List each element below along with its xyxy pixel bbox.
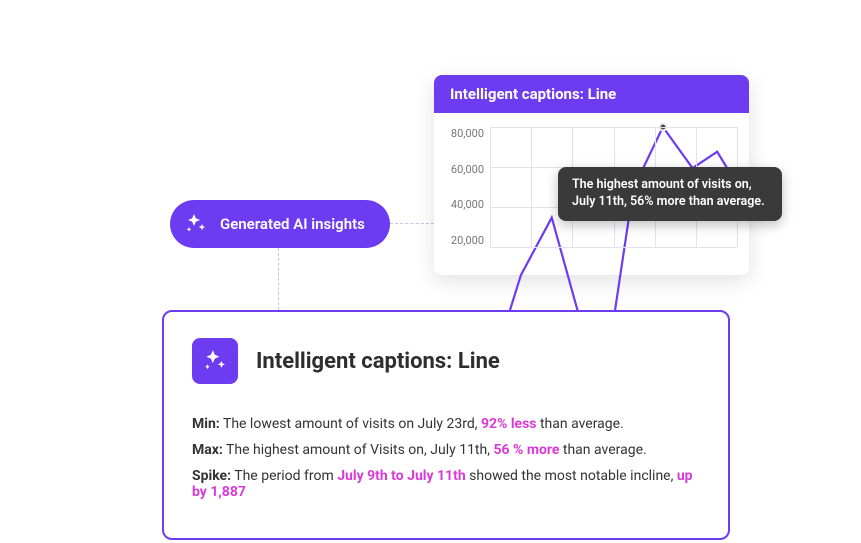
caption-min: Min: The lowest amount of visits on July… xyxy=(192,416,700,432)
caption-spike: Spike: The period from July 9th to July … xyxy=(192,468,700,500)
gridline-h xyxy=(490,247,737,248)
caption-spike-pre: The period from xyxy=(231,468,337,484)
connector-vertical xyxy=(278,248,279,310)
caption-spike-label: Spike: xyxy=(192,468,231,484)
caption-spike-mid: showed the most notable incline, xyxy=(466,468,677,484)
gridline-v xyxy=(490,127,491,247)
caption-max-post: than average. xyxy=(559,442,646,458)
caption-spike-highlight-1: July 9th to July 11th xyxy=(337,468,465,484)
caption-max-label: Max: xyxy=(192,442,223,458)
captions-title: Intelligent captions: Line xyxy=(256,349,500,374)
y-tick: 40,000 xyxy=(442,198,484,211)
gridline-v xyxy=(531,127,532,247)
y-tick: 20,000 xyxy=(442,234,484,247)
sparkle-icon xyxy=(184,212,208,236)
connector-horizontal xyxy=(390,223,434,224)
caption-min-pre: The lowest amount of visits on July 23rd… xyxy=(220,416,481,432)
chart-card-title: Intelligent captions: Line xyxy=(434,75,749,113)
caption-min-highlight: 92% less xyxy=(481,416,537,432)
caption-max-pre: The highest amount of Visits on, July 11… xyxy=(223,442,494,458)
y-tick: 60,000 xyxy=(442,163,484,176)
y-axis-ticks: 80,000 60,000 40,000 20,000 xyxy=(442,127,490,247)
pill-label: Generated AI insights xyxy=(220,215,365,233)
generated-ai-insights-pill[interactable]: Generated AI insights xyxy=(170,200,390,248)
captions-header: Intelligent captions: Line xyxy=(192,338,700,384)
tooltip-line-1: The highest amount of visits on, xyxy=(572,177,768,194)
caption-min-label: Min: xyxy=(192,416,220,432)
caption-max: Max: The highest amount of Visits on, Ju… xyxy=(192,442,700,458)
caption-max-highlight: 56 % more xyxy=(493,442,559,458)
captions-card: Intelligent captions: Line Min: The lowe… xyxy=(162,310,730,540)
chart-tooltip: The highest amount of visits on, July 11… xyxy=(558,167,782,221)
caption-min-post: than average. xyxy=(537,416,624,432)
y-tick: 80,000 xyxy=(442,127,484,140)
sparkle-tile-icon xyxy=(192,338,238,384)
tooltip-line-2: July 11th, 56% more than average. xyxy=(572,194,768,211)
